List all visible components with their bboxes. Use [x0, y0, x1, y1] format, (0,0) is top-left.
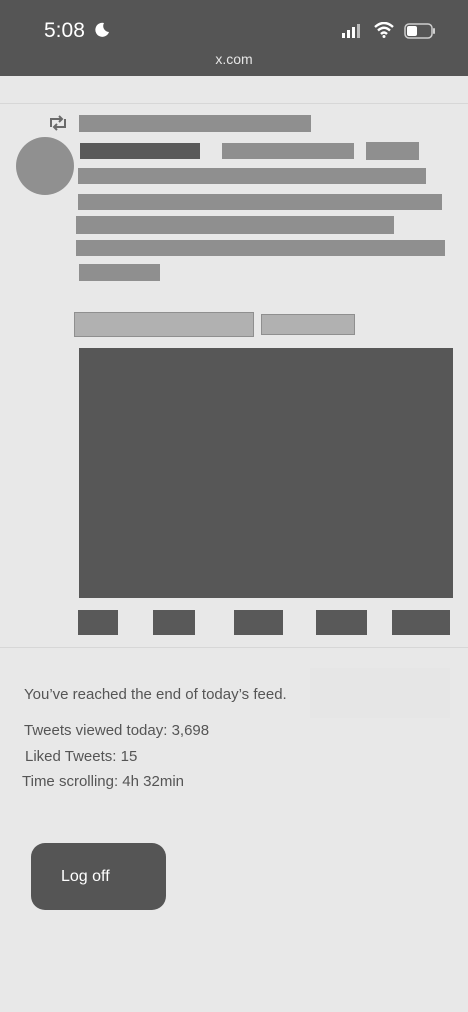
tweet-text-line-redacted	[76, 240, 445, 256]
author-name-redacted[interactable]	[80, 143, 200, 159]
tweet-time-redacted	[366, 142, 419, 160]
liked-tweets-stat: Liked Tweets: 15	[25, 748, 138, 765]
time-scrolling-stat: Time scrolling: 4h 32min	[22, 773, 185, 790]
like-action-redacted[interactable]	[234, 610, 283, 635]
share-action-redacted[interactable]	[392, 610, 450, 635]
tweet-media-redacted[interactable]	[79, 348, 453, 598]
status-bar: 5:08 x.com	[0, 0, 468, 76]
feed-divider	[0, 647, 468, 648]
signal-icon	[342, 24, 360, 43]
battery-icon	[404, 23, 436, 44]
quote-header-redacted	[74, 312, 254, 337]
avatar[interactable]	[16, 137, 74, 195]
top-divider	[0, 103, 468, 104]
end-of-feed-message: You’ve reached the end of today’s feed.	[24, 686, 287, 703]
tweet-text-line-redacted	[78, 194, 442, 210]
wifi-icon	[374, 21, 394, 43]
status-time: 5:08	[44, 19, 85, 42]
tweets-viewed-stat: Tweets viewed today: 3,698	[24, 722, 210, 739]
views-action-redacted[interactable]	[316, 610, 367, 635]
faded-background-block	[310, 668, 450, 718]
retweet-action-redacted[interactable]	[153, 610, 195, 635]
quote-meta-redacted	[261, 314, 355, 335]
address-url[interactable]: x.com	[0, 51, 468, 67]
author-handle-redacted	[222, 143, 354, 159]
tweet-text-line-redacted	[79, 264, 160, 281]
tweet-text-line-redacted	[78, 168, 426, 184]
retweet-icon	[48, 115, 68, 136]
log-off-button[interactable]: Log off	[31, 843, 166, 910]
retweeted-by-redacted	[79, 115, 311, 132]
reply-action-redacted[interactable]	[78, 610, 118, 635]
moon-icon	[94, 22, 110, 43]
tweet-text-line-redacted	[76, 216, 394, 234]
